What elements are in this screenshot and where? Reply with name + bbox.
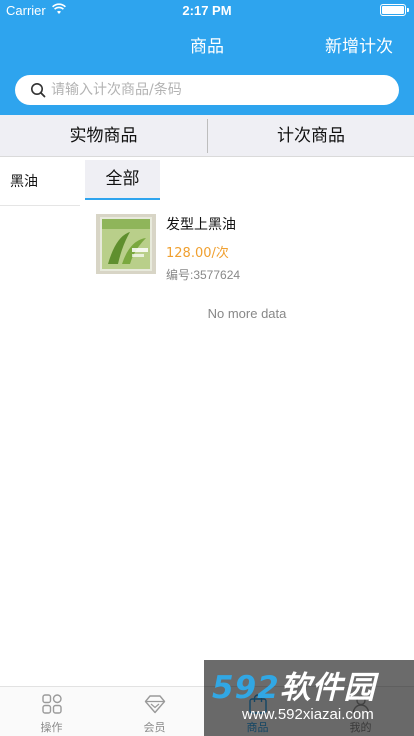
add-count-item-button[interactable]: 新增计次 xyxy=(325,32,393,57)
product-row[interactable]: 发型上黑油 128.00/次 编号:3577624 xyxy=(96,214,406,282)
product-name: 发型上黑油 xyxy=(166,217,236,233)
list-end-text: No more data xyxy=(207,306,287,321)
watermark-text: 软件园 xyxy=(279,670,376,706)
battery-tip xyxy=(407,8,409,12)
watermark-digits: 592 xyxy=(212,670,280,706)
watermark-brand: 592软件园 xyxy=(212,662,376,707)
product-code: 编号:3577624 xyxy=(166,268,241,282)
tab-physical-goods[interactable]: 实物商品 xyxy=(0,115,207,157)
tab-count-goods[interactable]: 计次商品 xyxy=(208,115,414,157)
diamond-icon xyxy=(144,695,166,714)
grid-icon xyxy=(42,694,62,714)
search-input[interactable] xyxy=(51,75,381,105)
tab-label: 操作 xyxy=(40,721,63,734)
product-thumbnail xyxy=(96,214,156,274)
product-price: 128.00/次 xyxy=(166,246,229,261)
search-icon xyxy=(31,83,46,98)
tab-operations[interactable]: 操作 xyxy=(0,687,103,736)
product-type-tabs: 实物商品 计次商品 xyxy=(0,115,414,157)
status-time: 2:17 PM xyxy=(182,3,232,18)
category-sidebar: 黑油 xyxy=(0,158,84,678)
filter-all-chip[interactable]: 全部 xyxy=(85,160,160,200)
watermark-overlay: 592软件园 www.592xiazai.com xyxy=(204,660,414,736)
watermark-url: www.592xiazai.com xyxy=(242,706,374,723)
battery-icon xyxy=(380,4,406,16)
category-item[interactable]: 黑油 xyxy=(0,158,80,206)
search-bar[interactable] xyxy=(15,75,399,105)
tab-members[interactable]: 会员 xyxy=(103,687,206,736)
status-bar: Carrier 2:17 PM xyxy=(0,0,414,20)
tab-label: 会员 xyxy=(143,721,166,734)
nav-bar: 商品 新增计次 xyxy=(0,20,414,115)
